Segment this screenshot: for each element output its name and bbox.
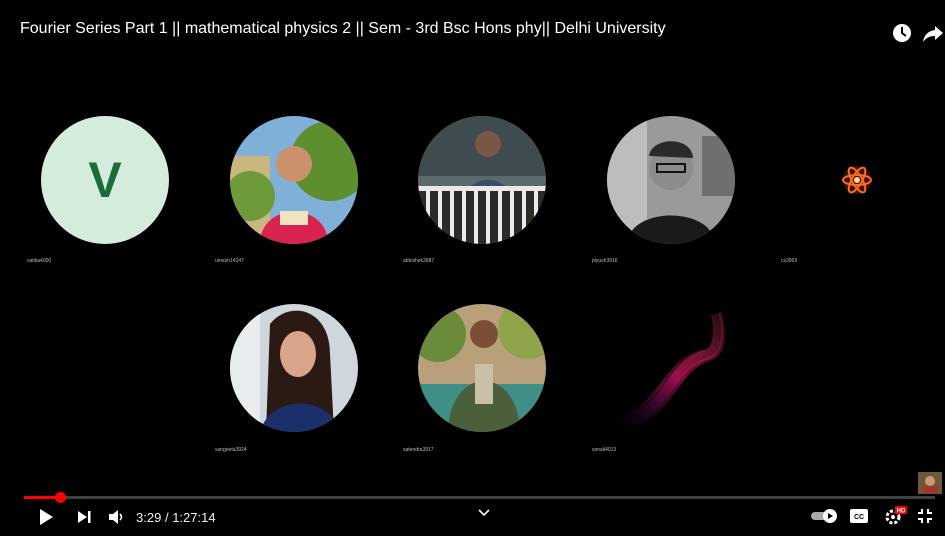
- skip-next-icon[interactable]: [76, 508, 92, 531]
- participant-name: piyush3916: [592, 258, 618, 264]
- captions-icon[interactable]: CC: [850, 509, 868, 528]
- share-arrow-icon[interactable]: [922, 22, 944, 44]
- time-display: 3:29 / 1:27:14: [136, 510, 216, 525]
- participant-avatar: [418, 116, 546, 244]
- participant-name: satendra3917: [403, 447, 434, 453]
- participant-name: vatika4000: [27, 258, 52, 264]
- time-separator: /: [164, 510, 169, 525]
- participant-name: umesh14247: [215, 258, 244, 264]
- video-title[interactable]: Fourier Series Part 1 || mathematical ph…: [20, 20, 666, 38]
- player-controls: 3:29 / 1:27:14 CC HD: [8, 492, 945, 536]
- captions-label: CC: [854, 514, 864, 521]
- participant-name: sangeeta3924: [215, 447, 247, 453]
- video-player[interactable]: Fourier Series Part 1 || mathematical ph…: [0, 0, 945, 536]
- atom-icon: [838, 161, 876, 199]
- duration: 1:27:14: [172, 510, 216, 525]
- autoplay-toggle-icon[interactable]: [811, 509, 839, 528]
- participant-name: abhishek3987: [403, 258, 435, 264]
- participant-avatar: V: [41, 116, 169, 244]
- settings-gear-icon[interactable]: HD: [884, 506, 908, 531]
- progress-bar[interactable]: [24, 492, 935, 503]
- volume-icon[interactable]: [107, 508, 125, 531]
- participant-name: sonali4013: [592, 447, 617, 453]
- participant-avatar: [418, 304, 546, 432]
- participant-avatar: [230, 116, 358, 244]
- hd-badge: HD: [897, 509, 906, 515]
- current-time: 3:29: [136, 510, 162, 525]
- play-icon[interactable]: [38, 508, 54, 531]
- abstract-wave-image: [608, 304, 736, 432]
- chevron-down-icon[interactable]: [478, 504, 490, 522]
- participant-avatar: [607, 116, 735, 244]
- exit-fullscreen-icon[interactable]: [917, 508, 933, 529]
- video-frame[interactable]: Fourier Series Part 1 || mathematical ph…: [8, 6, 945, 536]
- participant-avatar: [230, 304, 358, 432]
- progress-scrubber[interactable]: [55, 492, 67, 503]
- avatar-letter: V: [88, 152, 122, 208]
- mini-thumbnail[interactable]: [918, 472, 942, 494]
- clock-icon[interactable]: [891, 22, 913, 44]
- participant-name: cs3969: [781, 258, 798, 264]
